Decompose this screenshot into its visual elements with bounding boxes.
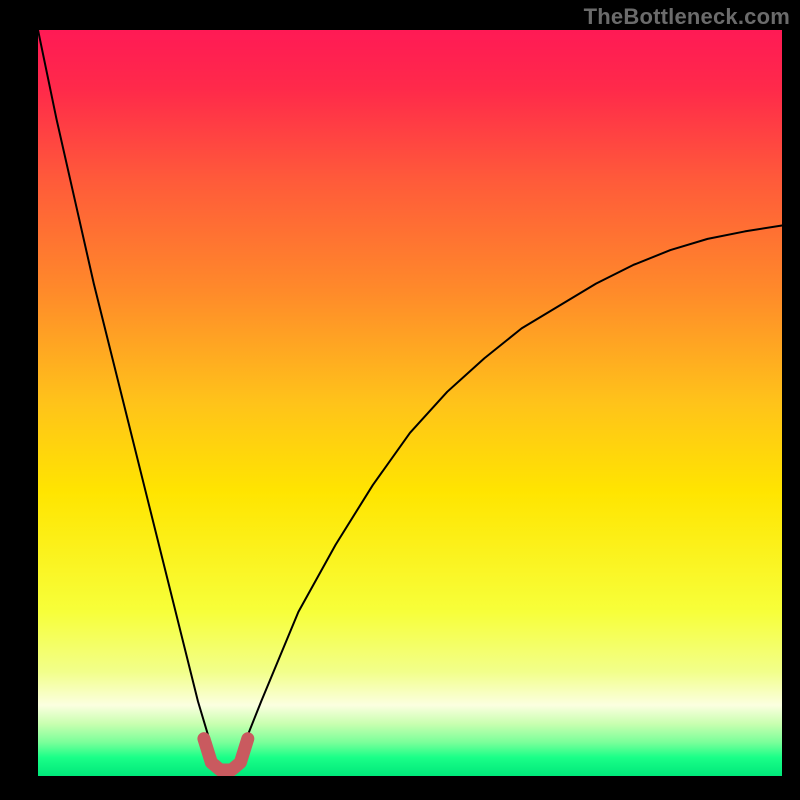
chart-plot-area [38,30,782,776]
chart-background-gradient [38,30,782,776]
chart-svg [38,30,782,776]
chart-frame: TheBottleneck.com [0,0,800,800]
watermark-label: TheBottleneck.com [584,4,790,30]
